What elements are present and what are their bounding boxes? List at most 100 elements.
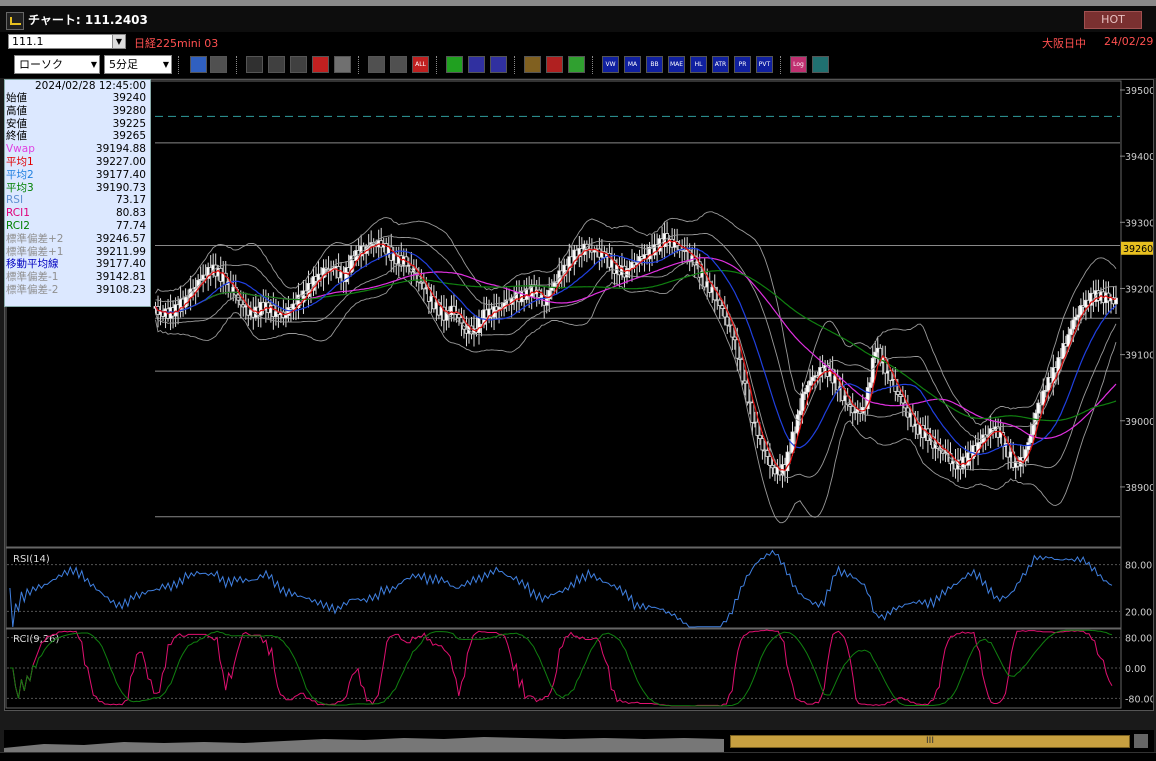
candle [720, 305, 725, 309]
candle [1068, 328, 1073, 336]
toolbar-separator [358, 56, 361, 74]
candle [1026, 442, 1031, 451]
rsi-title: RSI(14) [13, 554, 50, 565]
data-label: 標準偏差+1 [6, 245, 64, 258]
clear-icon[interactable] [334, 56, 351, 73]
data-label: 始値 [6, 92, 27, 104]
symbol-input[interactable]: 111.1 [8, 34, 126, 49]
data-label: 高値 [6, 104, 27, 117]
redo-icon[interactable] [490, 56, 507, 73]
candle [735, 339, 740, 359]
candle [745, 382, 750, 403]
data-row: RCI1 80.83 [5, 207, 150, 220]
vwap-icon[interactable]: VW AP [602, 56, 619, 73]
candle [732, 336, 737, 341]
bars-icon[interactable] [390, 56, 407, 73]
data-row: 終値 39265 [5, 130, 150, 143]
zoom-icon[interactable] [190, 56, 207, 73]
data-window: 2024/02/28 12:45:00 始値 39240 高値 39280 安値 3922… [4, 79, 151, 307]
zoom-in-icon[interactable] [268, 56, 285, 73]
hot-button[interactable]: HOT [1084, 11, 1142, 29]
data-label: 移動平均線 [6, 258, 59, 271]
scroll-right-button[interactable] [1134, 734, 1148, 748]
data-value: 80.83 [115, 207, 146, 220]
data-label: 終値 [6, 130, 27, 143]
data-row: 標準偏差+2 39246.57 [5, 233, 150, 246]
moving-average-2-line [154, 247, 1117, 456]
candle [870, 357, 875, 384]
atr-icon[interactable]: ATR [712, 56, 729, 73]
data-value: 39240 [112, 92, 146, 104]
data-row: 高値 39280 [5, 105, 150, 118]
cursor-icon[interactable] [210, 56, 227, 73]
pen-icon[interactable] [446, 56, 463, 73]
y-tick-label: 39000 [1125, 417, 1153, 428]
current-date: 24/02/29 [1104, 35, 1154, 48]
data-value: 39142.81 [95, 271, 146, 284]
data-label: RCI1 [6, 207, 30, 220]
data-row: 標準偏差+1 39211.99 [5, 246, 150, 259]
toolbar: ローソク ▼ 5分足 ▼ ALL VW AP MA BB MAE HL ATR PR DR PVT L… [0, 52, 1156, 78]
candle [810, 376, 815, 382]
candle [888, 370, 893, 381]
data-label: 標準偏差+2 [6, 232, 64, 245]
rci-tick-label: -80.00 [1125, 694, 1153, 705]
marker-icon[interactable] [246, 56, 263, 73]
candle [755, 421, 760, 436]
rsi-tick-label: 80.00 [1125, 561, 1152, 572]
time-scrollbar[interactable]: III [4, 730, 1154, 752]
interval-select[interactable]: 5分足 ▼ [104, 55, 172, 74]
candle [895, 391, 900, 395]
data-row: 移動平均線 39177.40 [5, 258, 150, 271]
data-label: RSI [6, 194, 24, 207]
data-row: RSI 73.17 [5, 194, 150, 207]
candle [722, 308, 727, 318]
hl-icon[interactable]: HL [690, 56, 707, 73]
color-icon[interactable] [568, 56, 585, 73]
market-status: 大阪日中 [1042, 37, 1086, 50]
y-tick-label: 39500 [1125, 86, 1153, 97]
y-tick-label: 39300 [1125, 218, 1153, 229]
log-icon[interactable]: Log [790, 56, 807, 73]
save-icon[interactable] [812, 56, 829, 73]
rci-tick-label: 80.00 [1125, 634, 1152, 645]
data-value: 39227.00 [95, 155, 146, 168]
chart-type-select[interactable]: ローソク ▼ [14, 55, 100, 74]
pointer-icon[interactable] [468, 56, 485, 73]
ma-icon[interactable]: MA [624, 56, 641, 73]
y-tick-label: 38900 [1125, 483, 1153, 494]
data-value: 39246.57 [95, 232, 146, 245]
chart-icon[interactable] [290, 56, 307, 73]
data-value: 39177.40 [95, 258, 146, 271]
candle [725, 316, 730, 326]
chart-area[interactable]: 39500 39400 39300 39200 39100 39000 38900 39260… [4, 79, 1156, 727]
y-tick-label: 39100 [1125, 351, 1153, 362]
candle [868, 382, 873, 388]
interval-value: 5分足 [109, 58, 138, 71]
rci-title: RCI(9,26) [13, 634, 60, 645]
rci-tick-label: 0.00 [1125, 664, 1146, 675]
data-value: 39177.40 [95, 168, 146, 181]
data-row: RCI2 77.74 [5, 220, 150, 233]
lines-icon[interactable] [312, 56, 329, 73]
candle [238, 299, 243, 306]
data-row: 始値 39240 [5, 92, 150, 105]
prdr-icon[interactable]: PR DR [734, 56, 751, 73]
chevron-down-icon[interactable]: ▼ [112, 34, 126, 49]
brush-icon[interactable] [546, 56, 563, 73]
toolbar-separator [780, 56, 783, 74]
scroll-thumb[interactable]: III [730, 735, 1130, 748]
data-row: 平均1 39227.00 [5, 156, 150, 169]
pvt-icon[interactable]: PVT [756, 56, 773, 73]
candle-icon[interactable] [368, 56, 385, 73]
bollinger-lower-2 [155, 274, 1117, 524]
toolbar-separator [236, 56, 239, 74]
bb-icon[interactable]: BB [646, 56, 663, 73]
instrument-name: 日経225mini 03 [134, 37, 219, 50]
mae-icon[interactable]: MAE [668, 56, 685, 73]
settings-icon[interactable] [524, 56, 541, 73]
chart-canvas[interactable]: 39500 39400 39300 39200 39100 39000 38900 39260… [5, 80, 1156, 727]
window-title: チャート: 111.2403 [28, 13, 148, 27]
data-label: 平均1 [6, 155, 34, 168]
all-icon[interactable]: ALL [412, 56, 429, 73]
